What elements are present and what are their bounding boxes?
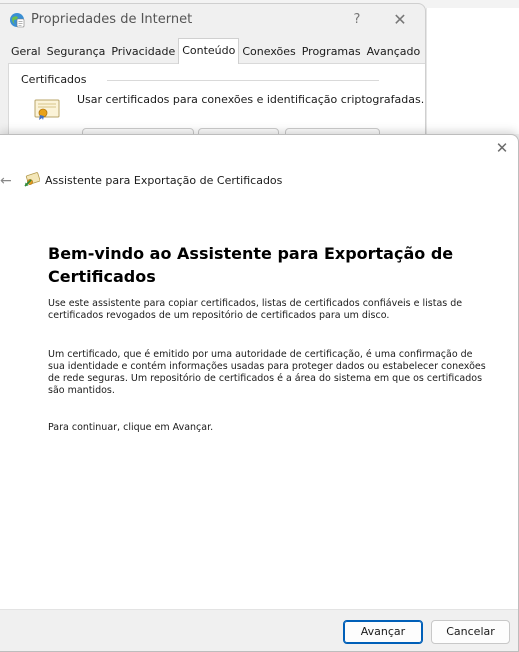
internet-options-tabs: Geral Segurança Privacidade Conteúdo Con… [8, 38, 425, 65]
next-button[interactable]: Avançar [343, 620, 423, 644]
wizard-title: Assistente para Exportação de Certificad… [45, 174, 283, 187]
internet-options-close-button[interactable]: ✕ [390, 10, 410, 30]
background-content-peek [60, 643, 360, 650]
tab-avancado[interactable]: Avançado [364, 41, 424, 63]
background-window [426, 8, 519, 134]
content-tab-panel: Certificados Usar certificados para cone… [8, 64, 425, 141]
wizard-continue-instruction: Para continuar, clique em Avançar. [48, 422, 214, 433]
internet-globe-icon [10, 13, 25, 28]
help-button[interactable]: ? [347, 10, 367, 30]
certificate-export-wizard: ✕ ← Assistente para Exportação de Certif… [0, 134, 519, 652]
cancel-button[interactable]: Cancelar [431, 620, 510, 644]
wizard-heading: Bem-vindo ao Assistente para Exportação … [48, 244, 454, 286]
certificate-icon [34, 99, 60, 120]
tab-seguranca[interactable]: Segurança [44, 41, 109, 63]
internet-options-dialog: Propriedades de Internet ? ✕ Geral Segur… [0, 3, 426, 142]
tab-programas[interactable]: Programas [299, 41, 364, 63]
certificates-group-label: Certificados [21, 73, 93, 86]
group-divider [107, 80, 379, 81]
tab-conexoes[interactable]: Conexões [239, 41, 298, 63]
certificates-description: Usar certificados para conexões e identi… [77, 93, 425, 106]
wizard-close-button[interactable]: ✕ [493, 139, 511, 157]
certificate-export-icon [24, 172, 40, 187]
wizard-back-button[interactable]: ← [0, 173, 12, 189]
internet-options-titlebar: Propriedades de Internet ? ✕ [0, 4, 425, 38]
tab-privacidade[interactable]: Privacidade [108, 41, 178, 63]
internet-options-title: Propriedades de Internet [31, 12, 193, 27]
wizard-certificate-explanation: Um certificado, que é emitido por uma au… [48, 349, 486, 396]
tab-conteudo[interactable]: Conteúdo [178, 38, 240, 65]
wizard-intro-paragraph: Use este assistente para copiar certific… [48, 298, 463, 321]
tab-geral[interactable]: Geral [8, 41, 44, 63]
